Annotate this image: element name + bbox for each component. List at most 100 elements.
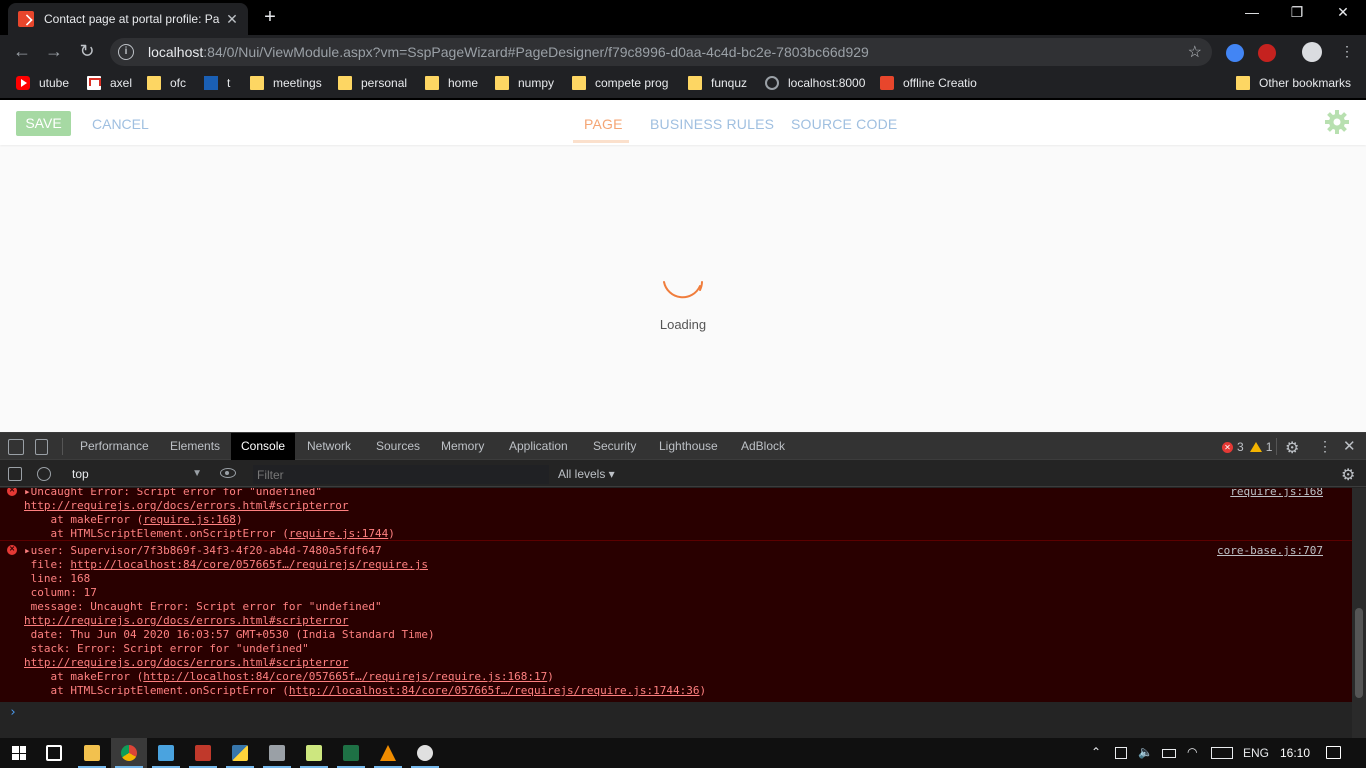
tab-adblock[interactable]: AdBlock (731, 433, 795, 460)
console-link[interactable]: http://requirejs.org/docs/errors.html#sc… (24, 656, 349, 670)
bookmark-home[interactable]: home (425, 76, 478, 90)
context-selector[interactable]: top ▼ (62, 464, 206, 484)
console-error-message[interactable]: ✕ require.js:168 ▸Uncaught Error: Script… (0, 488, 1352, 541)
tab-sources[interactable]: Sources (366, 433, 430, 460)
cancel-button[interactable]: CANCEL (92, 116, 149, 132)
tray-chevron-up-icon[interactable]: ⌃ (1091, 745, 1101, 759)
taskbar-vlc[interactable] (370, 738, 406, 768)
tab-business-rules[interactable]: BUSINESS RULES (650, 116, 774, 132)
source-link[interactable]: require.js:168 (1230, 488, 1323, 499)
tab-elements[interactable]: Elements (160, 433, 230, 460)
browser-tab[interactable]: Contact page at portal profile: Pa ✕ (8, 3, 248, 35)
console-link[interactable]: require.js:168 (143, 513, 236, 526)
address-bar[interactable]: i localhost:84/0/Nui/ViewModule.aspx?vm=… (110, 38, 1212, 66)
bookmark-offline-creatio[interactable]: offline Creatio (880, 76, 977, 90)
tab-lighthouse[interactable]: Lighthouse (649, 433, 728, 460)
volume-icon[interactable]: 🔈 (1138, 745, 1153, 759)
taskbar-python[interactable] (222, 738, 258, 768)
tab-source-code[interactable]: SOURCE CODE (791, 116, 897, 132)
console-link[interactable]: http://localhost:84/core/057665f…/requir… (289, 684, 700, 697)
restore-button[interactable]: ❐ (1285, 4, 1309, 21)
profile-avatar[interactable] (1302, 42, 1322, 62)
console-scrollbar[interactable] (1352, 488, 1366, 738)
scrollbar-thumb[interactable] (1355, 608, 1363, 698)
source-link[interactable]: core-base.js:707 (1217, 544, 1323, 558)
console-filter-input[interactable] (253, 465, 549, 484)
taskbar-chrome[interactable] (111, 738, 147, 768)
bookmark-t[interactable]: t (204, 76, 230, 90)
minimize-button[interactable]: — (1240, 4, 1264, 20)
devtools-close-icon[interactable]: ✕ (1343, 437, 1356, 455)
new-tab-button[interactable]: + (260, 6, 280, 29)
bookmark-personal[interactable]: personal (338, 76, 407, 90)
taskbar-excel[interactable] (333, 738, 369, 768)
log-levels-dropdown[interactable]: All levels ▾ (558, 467, 615, 481)
other-bookmarks[interactable]: Other bookmarks (1236, 76, 1351, 90)
action-center-icon[interactable] (1326, 746, 1341, 759)
taskbar-app[interactable] (185, 738, 221, 768)
taskbar-explorer[interactable] (74, 738, 110, 768)
clear-console-icon[interactable] (37, 467, 51, 481)
taskbar-app[interactable] (259, 738, 295, 768)
devtools-settings-gear-icon[interactable]: ⚙ (1285, 438, 1299, 458)
back-button[interactable]: ← (10, 41, 34, 62)
language-indicator[interactable]: ENG (1243, 746, 1269, 760)
inspect-element-icon[interactable] (8, 439, 24, 455)
bookmark-star-icon[interactable]: ☆ (1188, 42, 1202, 62)
forward-button[interactable]: → (42, 41, 66, 62)
console-line: line: 168 (24, 572, 91, 585)
clock[interactable]: 16:10 (1280, 746, 1310, 760)
console-settings-gear-icon[interactable]: ⚙ (1341, 465, 1355, 485)
tab-memory[interactable]: Memory (431, 433, 494, 460)
battery-icon[interactable] (1162, 749, 1176, 758)
save-button[interactable]: SAVE (16, 111, 71, 136)
close-window-button[interactable]: ✕ (1331, 4, 1355, 21)
browser-menu-icon[interactable]: ⋮ (1340, 43, 1354, 60)
folder-icon (495, 76, 509, 90)
bookmark-funquz[interactable]: funquz (688, 76, 747, 90)
bookmark-axel[interactable]: axel (87, 76, 132, 90)
tab-close-icon[interactable]: ✕ (224, 11, 240, 28)
tab-performance[interactable]: Performance (70, 433, 159, 460)
windows-start-icon[interactable] (12, 746, 26, 760)
error-icon: ✕ (7, 488, 17, 496)
tab-security[interactable]: Security (583, 433, 646, 460)
sidebar-toggle-icon[interactable] (8, 467, 22, 481)
adblock-icon[interactable] (1258, 44, 1276, 62)
extension-icon[interactable] (1226, 44, 1244, 62)
console-error-message[interactable]: ✕ core-base.js:707 ▸user: Supervisor/7f3… (0, 542, 1352, 702)
error-counter[interactable]: ✕ 3 1 (1222, 440, 1272, 454)
taskbar-app[interactable] (148, 738, 184, 768)
tab-application[interactable]: Application (499, 433, 578, 460)
console-link[interactable]: http://requirejs.org/docs/errors.html#sc… (24, 614, 349, 628)
console-link[interactable]: http://requirejs.org/docs/errors.html#sc… (24, 499, 349, 513)
reload-button[interactable]: ↻ (75, 41, 99, 62)
bookmark-utube[interactable]: utube (16, 76, 69, 90)
console-prompt[interactable]: › (0, 703, 1352, 727)
console-line: stack: Error: Script error for "undefine… (24, 642, 309, 655)
bookmark-compete-prog[interactable]: compete prog (572, 76, 668, 90)
bookmark-ofc[interactable]: ofc (147, 76, 186, 90)
live-expression-eye-icon[interactable] (220, 468, 236, 478)
console-link[interactable]: http://localhost:84/core/057665f…/requir… (143, 670, 547, 683)
bookmark-localhost[interactable]: localhost:8000 (765, 76, 865, 90)
wifi-icon[interactable]: ◠ (1187, 745, 1197, 759)
bookmark-numpy[interactable]: numpy (495, 76, 554, 90)
console-link[interactable]: require.js:1744 (289, 527, 388, 540)
tray-app-icon[interactable] (1115, 747, 1127, 759)
device-toolbar-icon[interactable] (35, 439, 48, 455)
tab-console[interactable]: Console (231, 433, 296, 460)
keyboard-icon[interactable] (1211, 747, 1233, 759)
console-link[interactable]: http://localhost:84/core/057665f…/requir… (70, 558, 428, 571)
tab-page[interactable]: PAGE (584, 116, 623, 132)
windows-taskbar: ⌃ 🔈 ◠ ENG 16:10 (0, 738, 1366, 768)
settings-gear-icon[interactable] (1324, 109, 1350, 135)
bookmark-meetings[interactable]: meetings (250, 76, 322, 90)
site-info-icon[interactable]: i (118, 44, 134, 60)
taskbar-paint[interactable] (407, 738, 443, 768)
tab-network[interactable]: Network (297, 433, 361, 460)
taskbar-notepad[interactable] (296, 738, 332, 768)
task-view-button[interactable] (36, 738, 72, 768)
app-icon (158, 745, 174, 761)
devtools-menu-icon[interactable]: ⋮ (1318, 438, 1332, 455)
